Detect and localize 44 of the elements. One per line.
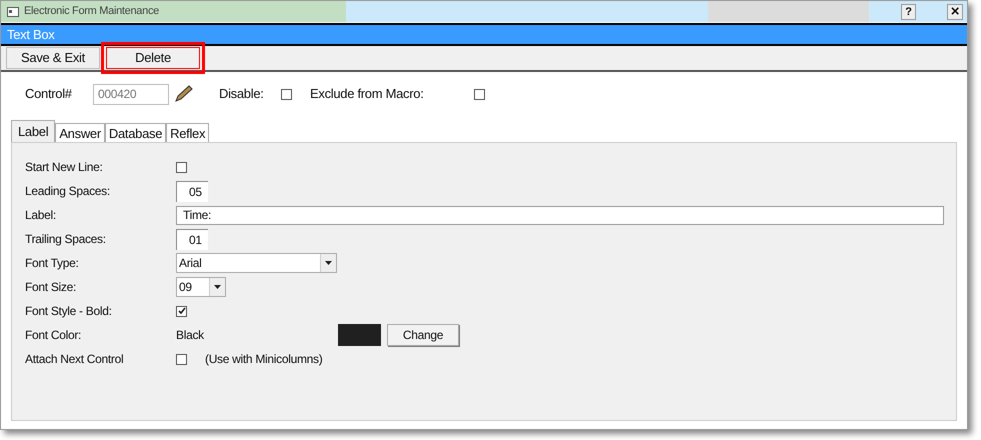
dropdown-field[interactable]: Arial (176, 253, 337, 273)
control-field[interactable]: 000420 (93, 84, 169, 104)
dropdown-button[interactable] (320, 254, 336, 272)
field-label: Leading Spaces: (25, 183, 111, 200)
number-field[interactable]: 01 (176, 228, 208, 250)
toolbar-button[interactable]: Save & Exit (6, 47, 100, 69)
checkbox[interactable] (176, 306, 187, 316)
disable-label: Disable: (219, 85, 265, 104)
tab[interactable]: Answer (55, 123, 105, 142)
checkbox[interactable] (176, 354, 187, 364)
number-field[interactable]: 05 (176, 180, 208, 202)
tab[interactable]: Label (11, 120, 56, 142)
window-title: Electronic Form Maintenance (24, 4, 159, 20)
checkbox[interactable] (176, 162, 187, 172)
dropdown-value: Arial (179, 255, 202, 272)
field-label: Font Style - Bold: (25, 303, 113, 320)
exclude-checkbox[interactable] (474, 88, 485, 100)
field-label: Label: (25, 207, 57, 224)
field-label: Attach Next Control (25, 351, 124, 368)
label-field[interactable]: Time: (176, 206, 944, 224)
app-icon (7, 6, 19, 16)
dropdown-button[interactable] (209, 278, 225, 296)
color-name: Black (176, 327, 205, 344)
change-button[interactable]: Change (387, 324, 459, 346)
tab[interactable]: Database (104, 123, 166, 142)
section-title: Text Box (7, 26, 54, 44)
field-label: Font Type: (25, 255, 80, 272)
checkmark-icon (178, 307, 186, 315)
help-button[interactable]: ? (901, 4, 916, 20)
field-label: Trailing Spaces: (25, 231, 107, 248)
control-label: Control# (25, 85, 73, 104)
caret-icon (325, 261, 332, 265)
exclude-label: Exclude from Macro: (310, 85, 425, 104)
dropdown-value: 09 (179, 279, 192, 296)
tab[interactable]: Reflex (166, 123, 210, 142)
pencil-icon[interactable] (174, 85, 194, 103)
field-label: Font Color: (25, 327, 82, 344)
close-button[interactable]: × (947, 4, 963, 20)
field-label: Font Size: (25, 279, 78, 296)
caret-icon (214, 285, 221, 289)
field-label: Start New Line: (25, 159, 104, 176)
disable-checkbox[interactable] (281, 88, 292, 100)
hint-text: (Use with Minicolumns) (205, 351, 322, 368)
dropdown-field[interactable]: 09 (176, 277, 226, 297)
